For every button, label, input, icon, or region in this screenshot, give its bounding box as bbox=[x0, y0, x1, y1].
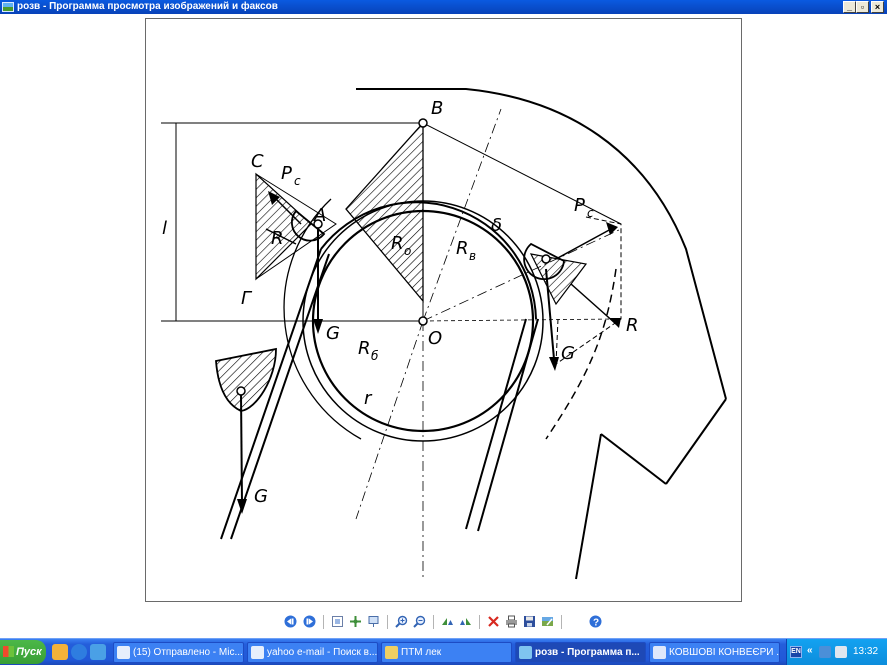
toolbar-separator bbox=[479, 615, 480, 629]
system-tray: EN « 13:32 bbox=[786, 639, 887, 665]
ie-icon bbox=[251, 646, 264, 659]
start-button[interactable]: Пуск bbox=[0, 640, 46, 664]
toolbar-separator bbox=[323, 615, 324, 629]
ie-icon bbox=[117, 646, 130, 659]
toolbar-separator bbox=[387, 615, 388, 629]
label-R-2: R bbox=[626, 315, 639, 336]
label-r: r bbox=[364, 388, 373, 409]
image-viewer-icon bbox=[519, 646, 532, 659]
edit-icon[interactable] bbox=[541, 615, 554, 628]
print-icon[interactable] bbox=[505, 615, 518, 628]
rotate-clockwise-icon[interactable] bbox=[441, 615, 454, 628]
label-Pc-2-sub: c bbox=[587, 206, 594, 220]
toolbar-separator bbox=[561, 615, 562, 629]
tray-app-icon[interactable] bbox=[835, 646, 847, 658]
label-Rv: R bbox=[456, 238, 469, 259]
bucket-conveyor-drawing: B C P c A R l Г G O R o R в δ R б r P c … bbox=[161, 88, 727, 580]
document-image: B C P c A R l Г G O R o R в δ R б r P c … bbox=[145, 18, 742, 602]
task-label: розв - Программа п... bbox=[535, 647, 640, 658]
label-R0: R bbox=[391, 233, 404, 254]
actual-size-icon[interactable] bbox=[349, 615, 362, 628]
task-label: КОВШОВІ КОНВЕЄРИ ... bbox=[669, 647, 780, 658]
best-fit-icon[interactable] bbox=[331, 615, 344, 628]
quicklaunch-icon[interactable] bbox=[52, 644, 68, 660]
browser-icon[interactable] bbox=[90, 644, 106, 660]
maximize-button[interactable]: ▫ bbox=[856, 1, 869, 13]
label-l: l bbox=[162, 218, 167, 239]
label-O: O bbox=[428, 328, 442, 349]
toolbar-separator bbox=[433, 615, 434, 629]
label-Pc-1-sub: c bbox=[294, 174, 301, 188]
label-C: C bbox=[251, 151, 264, 172]
network-icon[interactable] bbox=[819, 646, 831, 658]
label-Rb: R bbox=[358, 338, 371, 359]
label-Pc-1: P bbox=[281, 163, 292, 184]
task-image-viewer[interactable]: розв - Программа п... bbox=[515, 642, 646, 663]
image-viewer-icon bbox=[2, 2, 14, 12]
task-label: (15) Отправлено - Mic... bbox=[133, 647, 243, 658]
rotate-counterclockwise-icon[interactable] bbox=[459, 615, 472, 628]
task-outlook[interactable]: (15) Отправлено - Mic... bbox=[113, 642, 244, 663]
label-G-2: G bbox=[561, 343, 575, 364]
zoom-in-icon[interactable] bbox=[395, 615, 408, 628]
svg-text:?: ? bbox=[593, 618, 599, 629]
label-G-3: G bbox=[254, 486, 268, 507]
minimize-button[interactable]: _ bbox=[843, 1, 856, 13]
folder-icon bbox=[385, 646, 398, 659]
windows-logo-icon bbox=[3, 646, 14, 657]
taskbar: Пуск (15) Отправлено - Mic... yahoo e-ma… bbox=[0, 638, 887, 665]
language-indicator[interactable]: EN bbox=[790, 646, 802, 658]
task-word[interactable]: КОВШОВІ КОНВЕЄРИ ... bbox=[649, 642, 780, 663]
next-image-icon[interactable] bbox=[303, 615, 316, 628]
show-hidden-icons-button[interactable]: « bbox=[807, 645, 813, 656]
prev-image-icon[interactable] bbox=[284, 615, 297, 628]
task-yahoo[interactable]: yahoo e-mail - Поиск в... bbox=[247, 642, 378, 663]
window-title: розв - Программа просмотра изображений и… bbox=[17, 1, 278, 12]
viewer-toolbar: ? bbox=[284, 613, 604, 631]
start-label: Пуск bbox=[16, 646, 42, 658]
media-player-icon[interactable] bbox=[71, 644, 87, 660]
slideshow-icon[interactable] bbox=[367, 615, 380, 628]
label-Gamma: Г bbox=[241, 288, 253, 309]
label-B: B bbox=[431, 98, 443, 119]
title-bar[interactable]: розв - Программа просмотра изображений и… bbox=[0, 0, 887, 14]
label-delta: δ bbox=[491, 215, 502, 236]
close-button[interactable]: × bbox=[871, 1, 884, 13]
label-A: A bbox=[313, 205, 326, 226]
delete-icon[interactable] bbox=[487, 615, 500, 628]
save-icon[interactable] bbox=[523, 615, 536, 628]
task-label: ПТМ лек bbox=[401, 647, 442, 658]
task-folder[interactable]: ПТМ лек bbox=[381, 642, 512, 663]
zoom-out-icon[interactable] bbox=[413, 615, 426, 628]
label-R-1: R bbox=[271, 228, 284, 249]
label-R0-sub: o bbox=[404, 244, 411, 258]
help-icon[interactable]: ? bbox=[589, 615, 602, 628]
label-Rv-sub: в bbox=[469, 249, 476, 263]
label-Pc-2: P bbox=[574, 195, 585, 216]
task-label: yahoo e-mail - Поиск в... bbox=[267, 647, 378, 658]
word-icon bbox=[653, 646, 666, 659]
label-G-1: G bbox=[326, 323, 340, 344]
clock[interactable]: 13:32 bbox=[853, 639, 878, 665]
label-Rb-sub: б bbox=[371, 349, 379, 363]
